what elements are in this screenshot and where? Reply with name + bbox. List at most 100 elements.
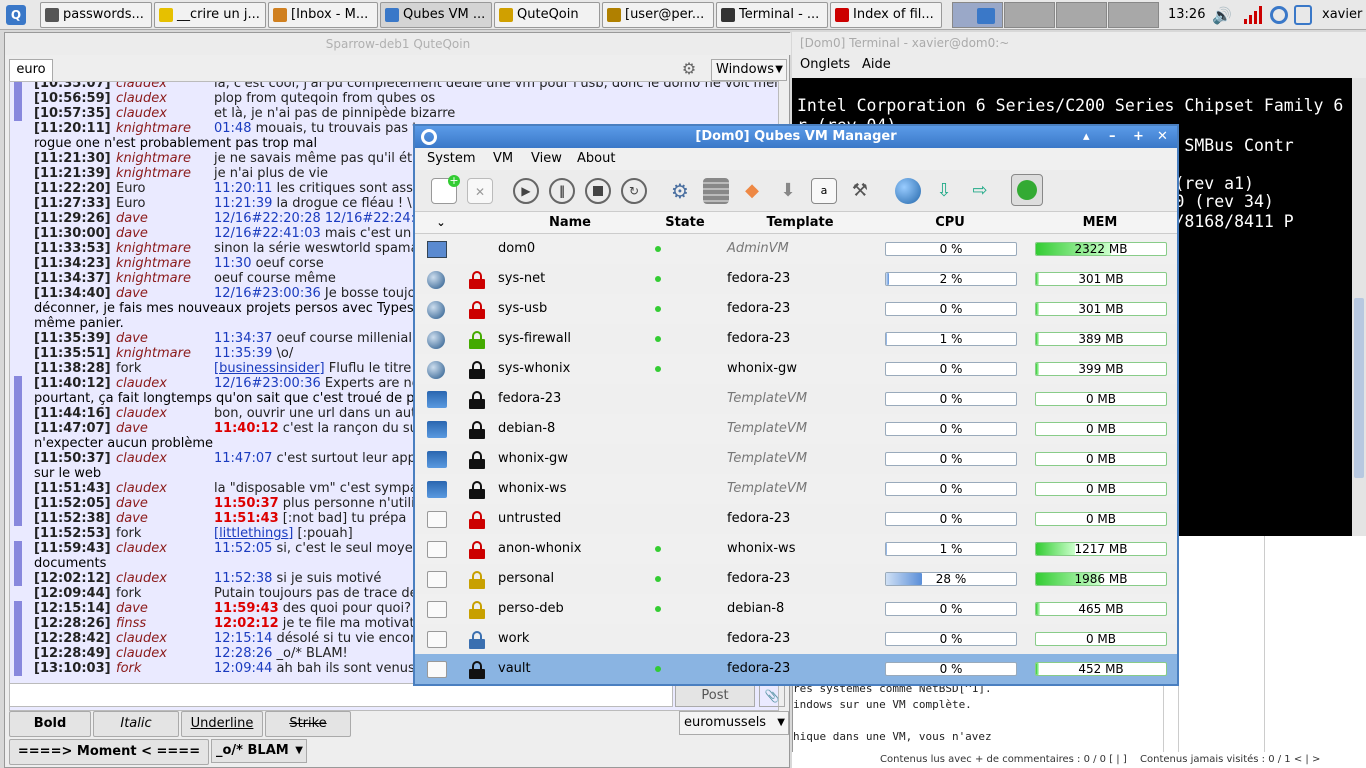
vm-row-sys-firewall[interactable]: sys-firewall fedora-23 1 % 389 MB <box>415 324 1177 354</box>
chat-reference[interactable]: 11:59:43 <box>214 601 279 616</box>
chat-nick[interactable]: claudex <box>116 646 167 661</box>
task-button-1[interactable]: __crire un j... <box>154 2 266 28</box>
chat-time[interactable]: [10:56:59] <box>34 91 111 106</box>
chat-time[interactable]: [11:47:07] <box>34 421 111 436</box>
chat-time[interactable]: [12:02:12] <box>34 571 111 586</box>
column-template[interactable]: Template <box>725 212 875 234</box>
menu-onglets[interactable]: Onglets <box>800 54 850 76</box>
qubes-menu-icon[interactable]: Q <box>6 5 26 25</box>
workspace-1[interactable] <box>952 2 1003 28</box>
chat-nick[interactable]: knightmare <box>116 241 191 256</box>
chat-nick[interactable]: finss <box>116 616 146 631</box>
chat-nick[interactable]: dave <box>116 421 148 436</box>
restore-icon[interactable]: ⇩ <box>931 178 957 204</box>
strike-button[interactable]: Strike <box>265 711 351 737</box>
chat-nick[interactable]: knightmare <box>116 346 191 361</box>
sort-chevron-icon[interactable]: ⌄ <box>431 212 451 234</box>
chat-time[interactable]: [11:52:05] <box>34 496 111 511</box>
chat-nick[interactable]: knightmare <box>116 256 191 271</box>
chat-nick[interactable]: dave <box>116 226 148 241</box>
pause-vm-icon[interactable]: ‖ <box>549 178 575 204</box>
chat-reference[interactable]: 12/16#23:00:36 <box>214 286 321 301</box>
backup-export-icon[interactable]: ⇨ <box>967 178 993 204</box>
vm-row-fedora-23[interactable]: fedora-23 TemplateVM 0 % 0 MB <box>415 384 1177 414</box>
menu-aide[interactable]: Aide <box>862 54 891 76</box>
chat-time[interactable]: [11:33:53] <box>34 241 111 256</box>
chat-nick[interactable]: claudex <box>116 406 167 421</box>
task-button-6[interactable]: Terminal - ... <box>716 2 828 28</box>
chat-reference[interactable]: 12:15:14 <box>214 631 272 646</box>
chat-reference[interactable]: 12:28:26 <box>214 646 272 661</box>
devices-tray-icon[interactable] <box>1294 5 1312 25</box>
chat-link[interactable]: [businessinsider] <box>214 361 325 376</box>
vm-row-debian-8[interactable]: debian-8 TemplateVM 0 % 0 MB <box>415 414 1177 444</box>
bold-button[interactable]: Bold <box>9 711 91 737</box>
minimize-icon[interactable]: – <box>1109 126 1116 148</box>
task-button-4[interactable]: QuteQoin <box>494 2 600 28</box>
chat-reference[interactable]: 12/16#22:41:03 <box>214 226 321 241</box>
chat-nick[interactable]: claudex <box>116 376 167 391</box>
task-button-5[interactable]: [user@per... <box>602 2 714 28</box>
post-button[interactable]: Post <box>675 685 755 707</box>
chat-time[interactable]: [11:30:00] <box>34 226 111 241</box>
chat-time[interactable]: [11:35:51] <box>34 346 111 361</box>
vm-row-perso-deb[interactable]: perso-deb debian-8 0 % 465 MB <box>415 594 1177 624</box>
chat-time[interactable]: [12:28:49] <box>34 646 111 661</box>
close-icon[interactable]: ✕ <box>1157 126 1168 148</box>
chat-nick[interactable]: dave <box>116 331 148 346</box>
chat-reference[interactable]: 01:48 <box>214 121 251 136</box>
chat-reference[interactable]: 11:50:37 <box>214 496 279 511</box>
chat-reference[interactable]: 11:21:39 <box>214 196 272 211</box>
chat-time[interactable]: [11:38:28] <box>34 361 111 376</box>
shade-up-icon[interactable]: ▴ <box>1083 126 1090 148</box>
chat-nick[interactable]: fork <box>116 586 141 601</box>
create-vm-icon[interactable]: + <box>431 175 460 204</box>
terminal-scrollbar[interactable] <box>1352 78 1366 536</box>
chat-time[interactable]: [11:21:30] <box>34 151 111 166</box>
chat-reference[interactable]: 11:34:37 <box>214 331 272 346</box>
windows-select[interactable]: Windows ▼ <box>711 59 787 81</box>
chat-reference[interactable]: 12/16#23:00:36 <box>214 376 321 391</box>
vm-row-vault[interactable]: vault fedora-23 0 % 452 MB <box>415 654 1177 684</box>
chat-nick[interactable]: claudex <box>116 82 167 91</box>
chat-nick[interactable]: dave <box>116 511 148 526</box>
network-signal-icon[interactable] <box>1244 6 1264 24</box>
vm-row-sys-net[interactable]: sys-net fedora-23 2 % 301 MB <box>415 264 1177 294</box>
menu-vm[interactable]: VM <box>493 148 513 170</box>
column-cpu[interactable]: CPU <box>875 212 1025 234</box>
menu-view[interactable]: View <box>531 148 562 170</box>
maximize-icon[interactable]: + <box>1133 126 1144 148</box>
chat-time[interactable]: [11:44:16] <box>34 406 111 421</box>
chat-time[interactable]: [11:51:43] <box>34 481 111 496</box>
chat-nick[interactable]: dave <box>116 496 148 511</box>
chat-time[interactable]: [13:10:03] <box>34 661 111 676</box>
message-input[interactable] <box>9 683 673 707</box>
app-menu-icon[interactable]: ◆ <box>739 178 765 204</box>
italic-button[interactable]: Italic <box>93 711 179 737</box>
chat-time[interactable]: [11:40:12] <box>34 376 111 391</box>
chat-reference[interactable]: 11:40:12 <box>214 421 279 436</box>
chat-time[interactable]: [11:22:20] <box>34 181 111 196</box>
chat-nick[interactable]: knightmare <box>116 166 191 181</box>
chat-time[interactable]: [12:28:42] <box>34 631 111 646</box>
chat-nick[interactable]: knightmare <box>116 121 191 136</box>
column-name[interactable]: Name <box>495 212 645 234</box>
chat-nick[interactable]: claudex <box>116 541 167 556</box>
chat-nick[interactable]: dave <box>116 211 148 226</box>
task-button-3[interactable]: Qubes VM ... <box>380 2 492 28</box>
chat-nick[interactable]: claudex <box>116 106 167 121</box>
chat-reference[interactable]: 11:30 <box>214 256 251 271</box>
update-vm-icon[interactable]: ⬇ <box>775 178 801 204</box>
shutdown-vm-icon[interactable] <box>585 178 611 204</box>
underline-button[interactable]: Underline <box>181 711 263 737</box>
restart-vm-icon[interactable]: ↻ <box>621 178 647 204</box>
column-state[interactable]: State <box>645 212 725 234</box>
board-select[interactable]: euromussels ▼ <box>679 711 789 735</box>
backup-icon[interactable]: a <box>811 178 837 204</box>
global-settings-icon[interactable] <box>895 178 921 204</box>
chat-nick[interactable]: dave <box>116 286 148 301</box>
blam-select[interactable]: _o/* BLAM ▼ <box>211 739 307 763</box>
start-vm-icon[interactable]: ▶ <box>513 178 539 204</box>
chat-time[interactable]: [11:34:40] <box>34 286 111 301</box>
workspace-4[interactable] <box>1108 2 1159 28</box>
